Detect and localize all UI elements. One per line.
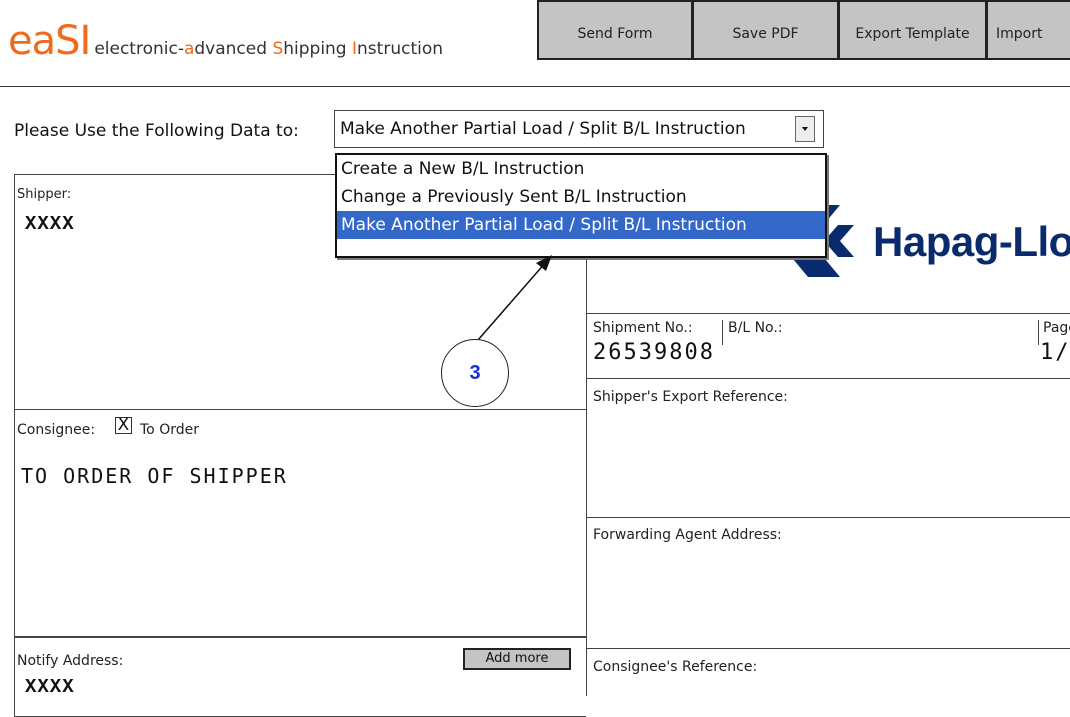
action-select[interactable]: Make Another Partial Load / Split B/L In… (334, 110, 824, 148)
logo-subtitle-part: electronic- (94, 39, 184, 59)
consignee-ref-label: Consignee's Reference: (593, 659, 758, 675)
shipment-no-value[interactable]: 26539808 (593, 340, 715, 365)
dropdown-arrow-icon[interactable] (795, 116, 815, 142)
consignee-ref-top (587, 648, 1070, 649)
logo-subtitle-part: dvanced (194, 39, 273, 59)
shipment-no-label: Shipment No.: (593, 320, 693, 336)
callout-number: 3 (441, 339, 509, 407)
export-ref-top (587, 378, 1070, 379)
send-form-button[interactable]: Send Form (537, 0, 693, 60)
shipment-row-top (587, 313, 1070, 314)
action-select-value: Make Another Partial Load / Split B/L In… (340, 119, 746, 139)
to-order-checkbox[interactable]: X (115, 417, 132, 434)
page-divider (1038, 320, 1039, 345)
save-pdf-button[interactable]: Save PDF (693, 0, 839, 60)
toolbar: Send Form Save PDF Export Template Impor… (537, 0, 1070, 60)
notify-label: Notify Address: (17, 653, 124, 669)
export-ref-label: Shipper's Export Reference: (593, 389, 788, 405)
forwarding-label: Forwarding Agent Address: (593, 527, 782, 543)
consignee-value[interactable]: TO ORDER OF SHIPPER (21, 464, 288, 488)
logo-subtitle-part: a (183, 39, 195, 59)
action-dropdown-list: Create a New B/L Instruction Change a Pr… (335, 153, 827, 258)
option-create-new[interactable]: Create a New B/L Instruction (337, 155, 825, 183)
logo-subtitle-part: hipping (283, 39, 353, 59)
bl-no-label: B/L No.: (728, 320, 783, 336)
logo-subtitle-part: nstruction (357, 39, 444, 59)
logo-subtitle-part: S (272, 39, 284, 59)
import-button[interactable]: Import (987, 0, 1070, 60)
easi-logo-mark: eaSI (8, 18, 91, 64)
action-label: Please Use the Following Data to: (14, 121, 299, 141)
option-partial-split[interactable]: Make Another Partial Load / Split B/L In… (337, 211, 825, 239)
page-value: 1/ (1040, 340, 1070, 365)
add-more-button[interactable]: Add more (463, 648, 571, 670)
header-divider (0, 86, 1070, 87)
option-change-previous[interactable]: Change a Previously Sent B/L Instruction (337, 183, 825, 211)
consignee-box: Consignee: X To Order TO ORDER OF SHIPPE… (14, 409, 586, 637)
to-order-label: To Order (140, 422, 199, 438)
shipment-bl-divider (722, 320, 723, 345)
easi-logo: eaSI electronic-advanced Shipping Instruc… (8, 18, 443, 64)
notify-value[interactable]: XXXX (25, 676, 75, 698)
forwarding-top (587, 517, 1070, 518)
brand-name: Hapag-Llo (873, 218, 1070, 265)
page-label: Page: (1043, 320, 1070, 336)
export-template-button[interactable]: Export Template (839, 0, 987, 60)
easi-logo-subtitle: electronic-advanced Shipping Instruction (94, 39, 443, 59)
shipper-label: Shipper: (17, 187, 72, 202)
shipper-value[interactable]: XXXX (25, 213, 75, 235)
consignee-label: Consignee: (17, 422, 96, 438)
